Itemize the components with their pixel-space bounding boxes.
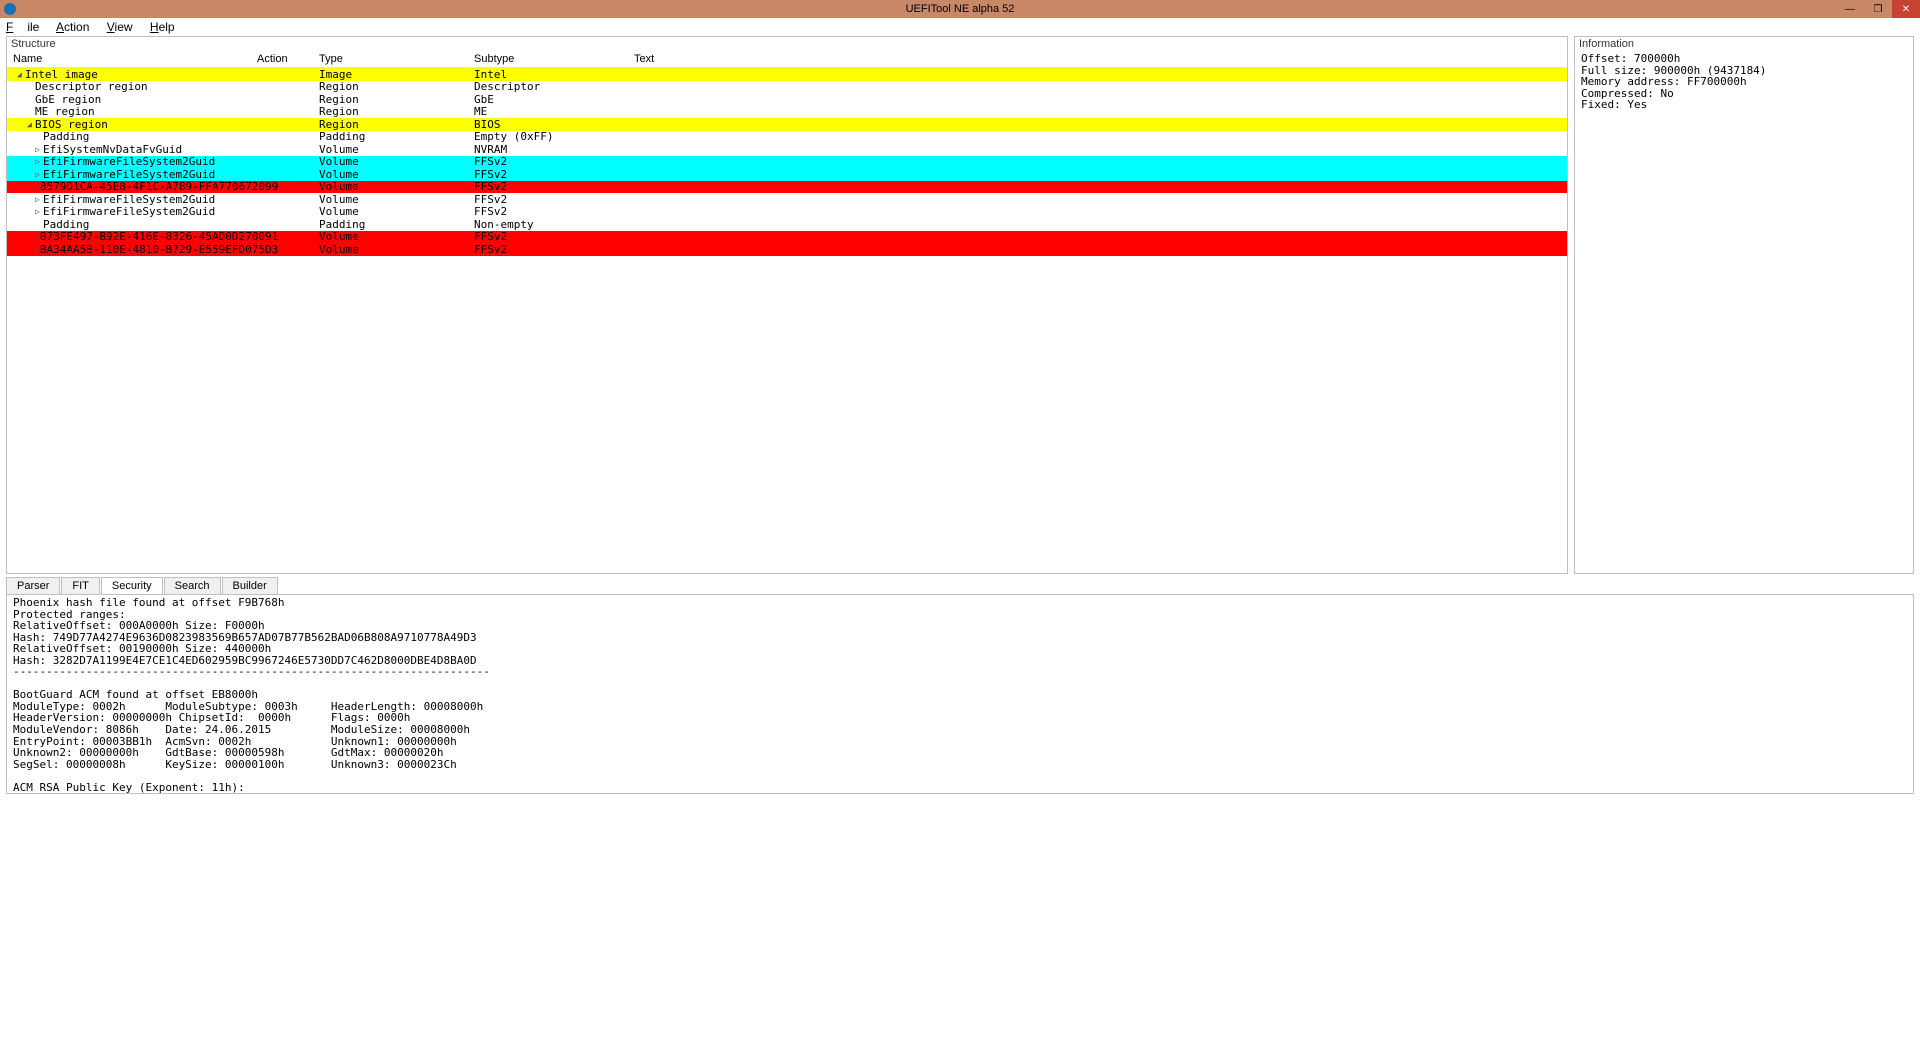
tree-row[interactable]: PaddingPaddingEmpty (0xFF) xyxy=(7,131,1567,144)
expand-icon[interactable]: ▷ xyxy=(35,170,43,179)
maximize-button[interactable]: ❐ xyxy=(1864,0,1892,18)
expand-icon[interactable]: ▷ xyxy=(35,207,43,216)
row-subtype: GbE xyxy=(474,93,634,106)
tab-parser[interactable]: Parser xyxy=(6,577,60,594)
menu-help[interactable]: Help xyxy=(150,20,175,34)
tree-row[interactable]: ME region RegionME xyxy=(7,106,1567,119)
row-subtype: FFSv2 xyxy=(474,168,634,181)
row-name: Descriptor region xyxy=(35,80,148,93)
row-subtype: FFSv2 xyxy=(474,243,634,256)
row-name: ME region xyxy=(35,105,95,118)
row-name: Padding xyxy=(43,130,89,143)
structure-title: Structure xyxy=(7,37,1567,51)
row-name: 8579D1CA-45E8-4F1C-A789-FFA770672099 xyxy=(40,180,278,193)
tree-row[interactable]: ▷8579D1CA-45E8-4F1C-A789-FFA770672099Vol… xyxy=(7,181,1567,194)
row-name: BA34AA5B-110E-4810-B729-E559EFD075D3 xyxy=(40,243,278,256)
row-name: Intel image xyxy=(25,68,98,81)
row-name: EfiFirmwareFileSystem2Guid xyxy=(43,155,215,168)
tree-row[interactable]: ◢Intel image ImageIntel xyxy=(7,68,1567,81)
info-panel: Information Offset: 700000h Full size: 9… xyxy=(1574,36,1914,574)
tree-row[interactable]: PaddingPaddingNon-empty xyxy=(7,218,1567,231)
tree-row[interactable]: ▷EfiFirmwareFileSystem2Guid VolumeFFSv2 xyxy=(7,206,1567,219)
row-name: GbE region xyxy=(35,93,101,106)
col-subtype[interactable]: Subtype xyxy=(474,53,634,65)
row-subtype: FFSv2 xyxy=(474,230,634,243)
row-type: Padding xyxy=(319,130,474,143)
menu-view[interactable]: View xyxy=(107,20,133,34)
tab-search[interactable]: Search xyxy=(164,577,221,594)
tree-header: Name Action Type Subtype Text xyxy=(7,51,1567,68)
tree-row[interactable]: ▷B73FE497-B92E-416E-8326-45AD0D270091Vol… xyxy=(7,231,1567,244)
col-name[interactable]: Name xyxy=(7,53,257,65)
expand-icon[interactable]: ▷ xyxy=(35,195,43,204)
info-body: Offset: 700000h Full size: 900000h (9437… xyxy=(1575,51,1913,113)
expand-icon[interactable]: ◢ xyxy=(27,120,35,129)
row-subtype: NVRAM xyxy=(474,143,634,156)
row-type: Region xyxy=(319,118,474,131)
menubar: File Action View Help xyxy=(0,18,1920,36)
row-name: BIOS region xyxy=(35,118,108,131)
tree-row[interactable]: Descriptor region RegionDescriptor xyxy=(7,81,1567,94)
row-type: Volume xyxy=(319,230,474,243)
expand-icon[interactable]: ▷ xyxy=(35,145,43,154)
tree-row[interactable]: ▷EfiFirmwareFileSystem2Guid VolumeFFSv2 xyxy=(7,193,1567,206)
expand-icon[interactable]: ▷ xyxy=(35,157,43,166)
col-action[interactable]: Action xyxy=(257,53,319,65)
row-type: Region xyxy=(319,105,474,118)
row-type: Volume xyxy=(319,155,474,168)
info-title: Information xyxy=(1575,37,1913,51)
row-name: EfiFirmwareFileSystem2Guid xyxy=(43,193,215,206)
row-type: Volume xyxy=(319,205,474,218)
titlebar: UEFITool NE alpha 52 — ❐ ✕ xyxy=(0,0,1920,18)
row-name: EfiFirmwareFileSystem2Guid xyxy=(43,168,215,181)
col-text[interactable]: Text xyxy=(634,53,1567,65)
app-icon xyxy=(4,3,16,15)
tree-row[interactable]: ▷BA34AA5B-110E-4810-B729-E559EFD075D3Vol… xyxy=(7,243,1567,256)
tree-row[interactable]: ▷EfiSystemNvDataFvGuid VolumeNVRAM xyxy=(7,143,1567,156)
row-type: Volume xyxy=(319,193,474,206)
row-type: Volume xyxy=(319,243,474,256)
window-controls: — ❐ ✕ xyxy=(1836,0,1920,18)
row-name: EfiFirmwareFileSystem2Guid xyxy=(43,205,215,218)
row-subtype: BIOS xyxy=(474,118,634,131)
row-subtype: Non-empty xyxy=(474,218,634,231)
row-name: B73FE497-B92E-416E-8326-45AD0D270091 xyxy=(40,230,278,243)
tree-row[interactable]: ▷EfiFirmwareFileSystem2Guid VolumeFFSv2 xyxy=(7,168,1567,181)
row-subtype: FFSv2 xyxy=(474,180,634,193)
row-subtype: FFSv2 xyxy=(474,155,634,168)
row-subtype: Empty (0xFF) xyxy=(474,130,634,143)
tabs: Parser FIT Security Search Builder xyxy=(6,574,1914,594)
row-name: Padding xyxy=(43,218,89,231)
tab-fit[interactable]: FIT xyxy=(61,577,100,594)
tree-row[interactable]: ◢BIOS region RegionBIOS xyxy=(7,118,1567,131)
close-button[interactable]: ✕ xyxy=(1892,0,1920,18)
row-type: Volume xyxy=(319,168,474,181)
row-type: Image xyxy=(319,68,474,81)
row-type: Region xyxy=(319,80,474,93)
minimize-button[interactable]: — xyxy=(1836,0,1864,18)
tree-body[interactable]: ◢Intel imageImageIntelDescriptor regionR… xyxy=(7,68,1567,573)
expand-icon[interactable]: ◢ xyxy=(17,70,25,79)
menu-file[interactable]: File xyxy=(6,20,39,34)
row-type: Volume xyxy=(319,143,474,156)
row-subtype: Descriptor xyxy=(474,80,634,93)
row-type: Padding xyxy=(319,218,474,231)
tab-security[interactable]: Security xyxy=(101,577,163,594)
row-name: EfiSystemNvDataFvGuid xyxy=(43,143,182,156)
structure-panel: Structure Name Action Type Subtype Text … xyxy=(6,36,1568,574)
row-subtype: FFSv2 xyxy=(474,193,634,206)
row-type: Region xyxy=(319,93,474,106)
row-subtype: Intel xyxy=(474,68,634,81)
row-subtype: FFSv2 xyxy=(474,205,634,218)
tree-row[interactable]: GbE region RegionGbE xyxy=(7,93,1567,106)
log-output[interactable]: Phoenix hash file found at offset F9B768… xyxy=(6,594,1914,794)
tree-row[interactable]: ▷EfiFirmwareFileSystem2Guid VolumeFFSv2 xyxy=(7,156,1567,169)
window-title: UEFITool NE alpha 52 xyxy=(906,3,1015,15)
tab-builder[interactable]: Builder xyxy=(222,577,278,594)
menu-action[interactable]: Action xyxy=(56,20,89,34)
row-type: Volume xyxy=(319,180,474,193)
col-type[interactable]: Type xyxy=(319,53,474,65)
bottom-panel: Parser FIT Security Search Builder Phoen… xyxy=(0,574,1920,800)
row-subtype: ME xyxy=(474,105,634,118)
